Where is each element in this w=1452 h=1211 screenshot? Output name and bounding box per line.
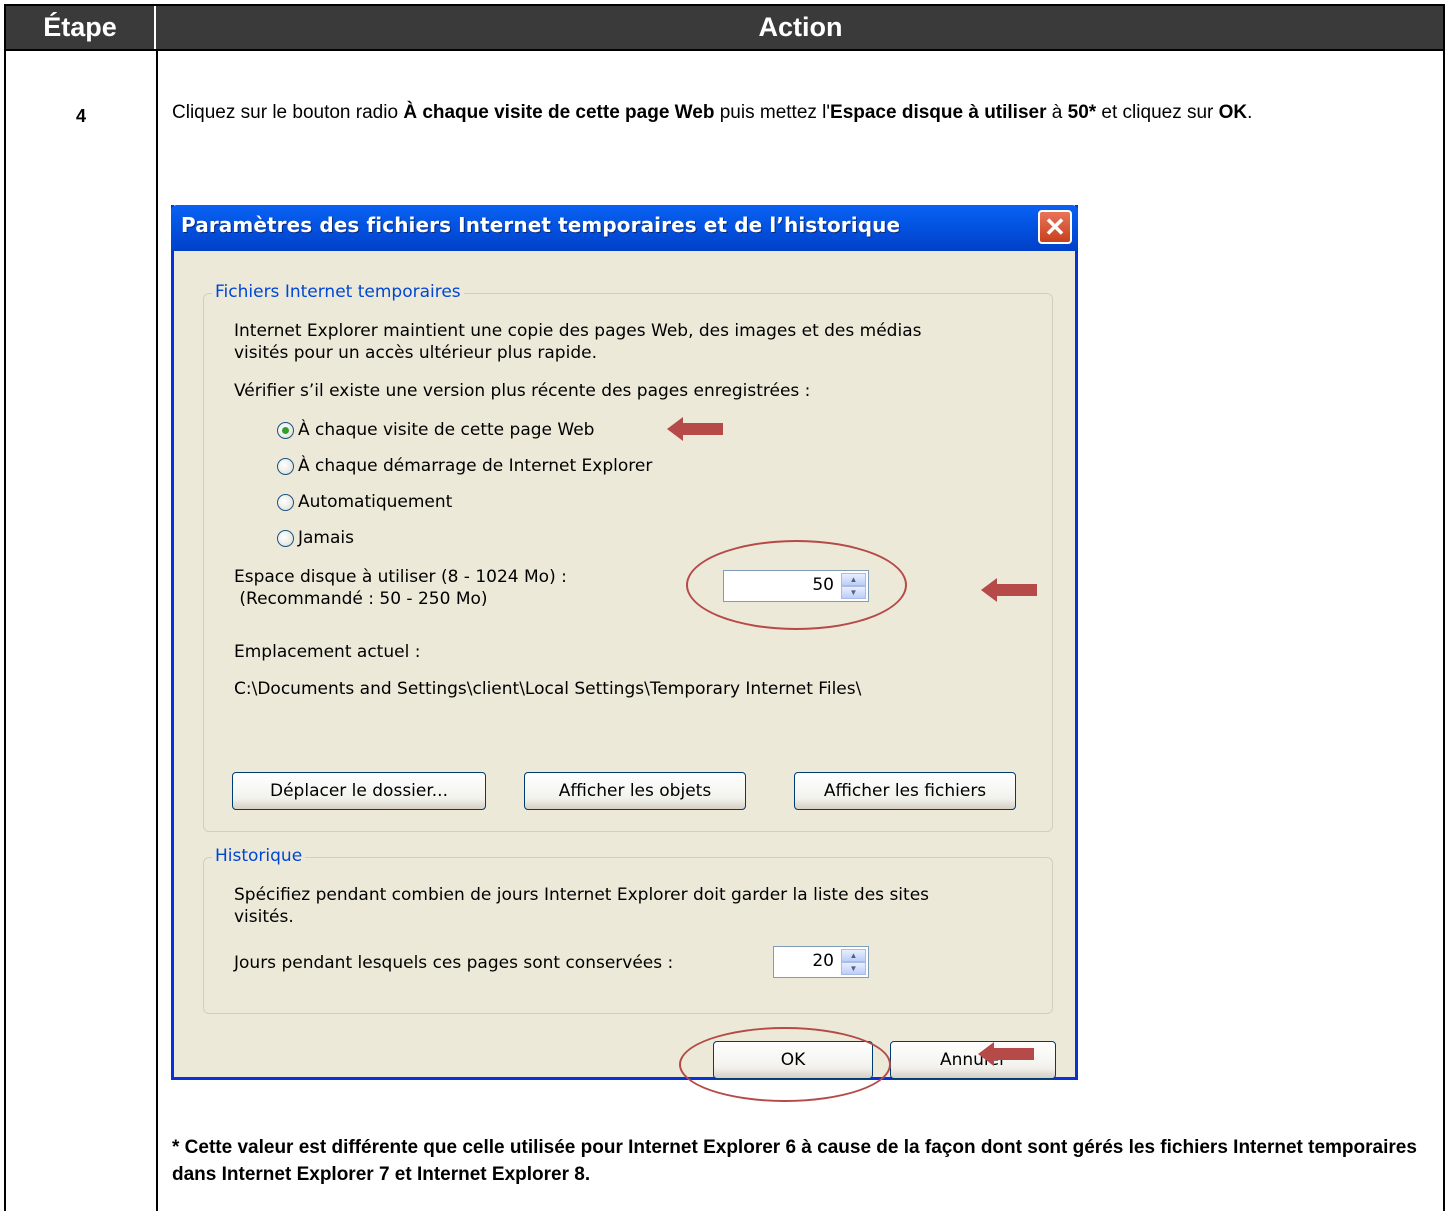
dialog-title: Paramètres des fichiers Internet tempora…	[181, 213, 901, 237]
instruction-bold: OK	[1218, 102, 1248, 123]
footnote: * Cette valeur est différente que celle …	[172, 1137, 1417, 1185]
radio-label: Jamais	[298, 528, 354, 548]
view-objects-button[interactable]: Afficher les objets	[524, 772, 746, 810]
spin-up-icon[interactable]: ▲	[841, 949, 866, 962]
days-stepper[interactable]: 20 ▲ ▼	[773, 946, 869, 978]
location-path: C:\Documents and Settings\client\Local S…	[234, 679, 862, 699]
check-label: Vérifier s’il existe une version plus ré…	[234, 381, 811, 401]
history-description-2: visités.	[234, 907, 294, 927]
spin-down-icon[interactable]: ▼	[841, 962, 866, 975]
column-divider	[156, 49, 158, 1211]
temp-files-legend: Fichiers Internet temporaires	[212, 282, 464, 302]
instruction-part: puis mettez l'	[714, 102, 831, 123]
instruction-bold: À chaque visite de cette page Web	[403, 102, 715, 123]
step-number: 4	[75, 106, 86, 126]
arrow-left-icon	[978, 1042, 1034, 1066]
location-label: Emplacement actuel :	[234, 642, 421, 662]
view-files-button[interactable]: Afficher les fichiers	[794, 772, 1016, 810]
radio-button[interactable]	[277, 458, 294, 475]
radio-button[interactable]	[277, 422, 294, 439]
close-icon: ✕	[1044, 212, 1066, 242]
settings-dialog: Paramètres des fichiers Internet tempora…	[171, 205, 1078, 1080]
radio-label: À chaque visite de cette page Web	[298, 420, 595, 440]
disk-space-recommended: (Recommandé : 50 - 250 Mo)	[234, 589, 488, 609]
radio-button[interactable]	[277, 494, 294, 511]
annotation-ellipse-ok	[679, 1027, 891, 1102]
radio-button[interactable]	[277, 530, 294, 547]
days-value: 20	[812, 951, 834, 971]
temp-files-description-2: visités pour un accès ultérieur plus rap…	[234, 343, 597, 363]
table-header: Étape Action	[6, 6, 1443, 49]
instruction-bold: Espace disque à utiliser	[830, 102, 1047, 123]
header-action: Action	[758, 12, 843, 42]
temp-files-description: Internet Explorer maintient une copie de…	[234, 321, 922, 341]
arrow-left-icon	[667, 417, 723, 441]
history-description: Spécifiez pendant combien de jours Inter…	[234, 885, 930, 905]
instruction-bold: 50*	[1067, 102, 1097, 123]
instruction-part: à	[1046, 102, 1068, 123]
spin-buttons: ▲ ▼	[841, 949, 866, 975]
disk-space-label: Espace disque à utiliser (8 - 1024 Mo) :	[234, 567, 567, 587]
header-step: Étape	[6, 6, 156, 49]
instruction-text: Cliquez sur le bouton radio À chaque vis…	[172, 100, 1432, 125]
history-legend: Historique	[212, 846, 306, 866]
days-label: Jours pendant lesquels ces pages sont co…	[234, 953, 674, 973]
close-button[interactable]: ✕	[1038, 210, 1072, 244]
instruction-part: Cliquez sur le bouton radio	[172, 102, 404, 123]
radio-label: À chaque démarrage de Internet Explorer	[298, 456, 653, 476]
move-folder-button[interactable]: Déplacer le dossier...	[232, 772, 486, 810]
annotation-ellipse-disk-space	[686, 540, 907, 630]
dialog-titlebar[interactable]: Paramètres des fichiers Internet tempora…	[171, 205, 1078, 251]
header-divider	[6, 49, 1443, 51]
history-group: Historique Spécifiez pendant combien de …	[203, 846, 1053, 1014]
instruction-part: et cliquez sur	[1096, 102, 1219, 123]
instruction-part: .	[1247, 102, 1253, 123]
temp-files-group: Fichiers Internet temporaires Internet E…	[203, 282, 1053, 832]
arrow-left-icon	[981, 578, 1037, 602]
radio-label: Automatiquement	[298, 492, 453, 512]
